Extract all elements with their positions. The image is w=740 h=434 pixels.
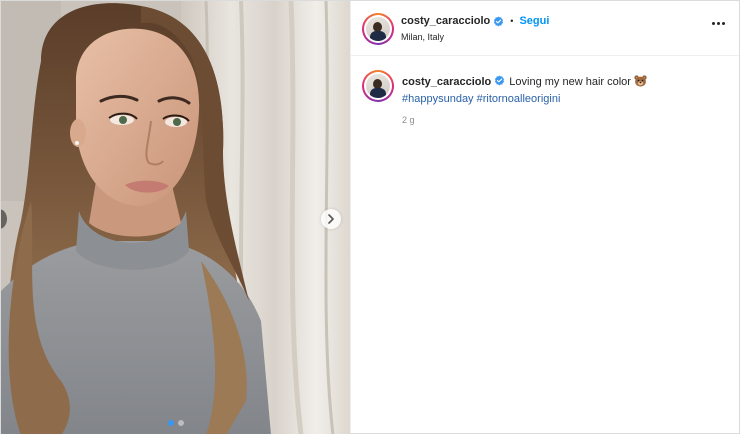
author-avatar[interactable] <box>362 13 394 45</box>
verified-badge-icon <box>494 75 505 86</box>
post-caption: costy_caracciolo Loving my new hair colo… <box>402 75 729 107</box>
hashtag-link[interactable]: #ritornoalleorigini <box>477 93 561 105</box>
caption-author-avatar[interactable] <box>362 70 394 102</box>
post-details-panel: costy_caracciolo • Segui Milan, Italy co… <box>350 1 739 433</box>
caption-hashtags: #happysunday #ritornoalleorigini <box>402 93 560 105</box>
author-username[interactable]: costy_caracciolo <box>401 15 490 27</box>
caption-text: Loving my new hair color <box>509 76 631 88</box>
post-timestamp[interactable]: 2 g <box>402 115 415 125</box>
caption-author-username[interactable]: costy_caracciolo <box>402 76 491 88</box>
instagram-post: costy_caracciolo • Segui Milan, Italy co… <box>0 0 740 434</box>
selfie-photo-image <box>1 1 350 434</box>
follow-button[interactable]: Segui <box>519 15 549 27</box>
chevron-right-icon <box>328 214 334 224</box>
next-photo-button[interactable] <box>321 209 341 229</box>
carousel-indicator <box>1 420 350 426</box>
hashtag-link[interactable]: #happysunday <box>402 93 474 105</box>
separator-dot: • <box>510 16 514 26</box>
post-header: costy_caracciolo • Segui Milan, Italy <box>351 1 739 56</box>
more-options-icon[interactable] <box>712 22 725 25</box>
post-photo[interactable] <box>1 1 350 434</box>
carousel-dot <box>177 420 184 426</box>
bear-face-icon <box>634 75 647 92</box>
carousel-dot <box>167 420 174 426</box>
post-location[interactable]: Milan, Italy <box>401 32 444 42</box>
verified-badge-icon <box>493 15 504 27</box>
